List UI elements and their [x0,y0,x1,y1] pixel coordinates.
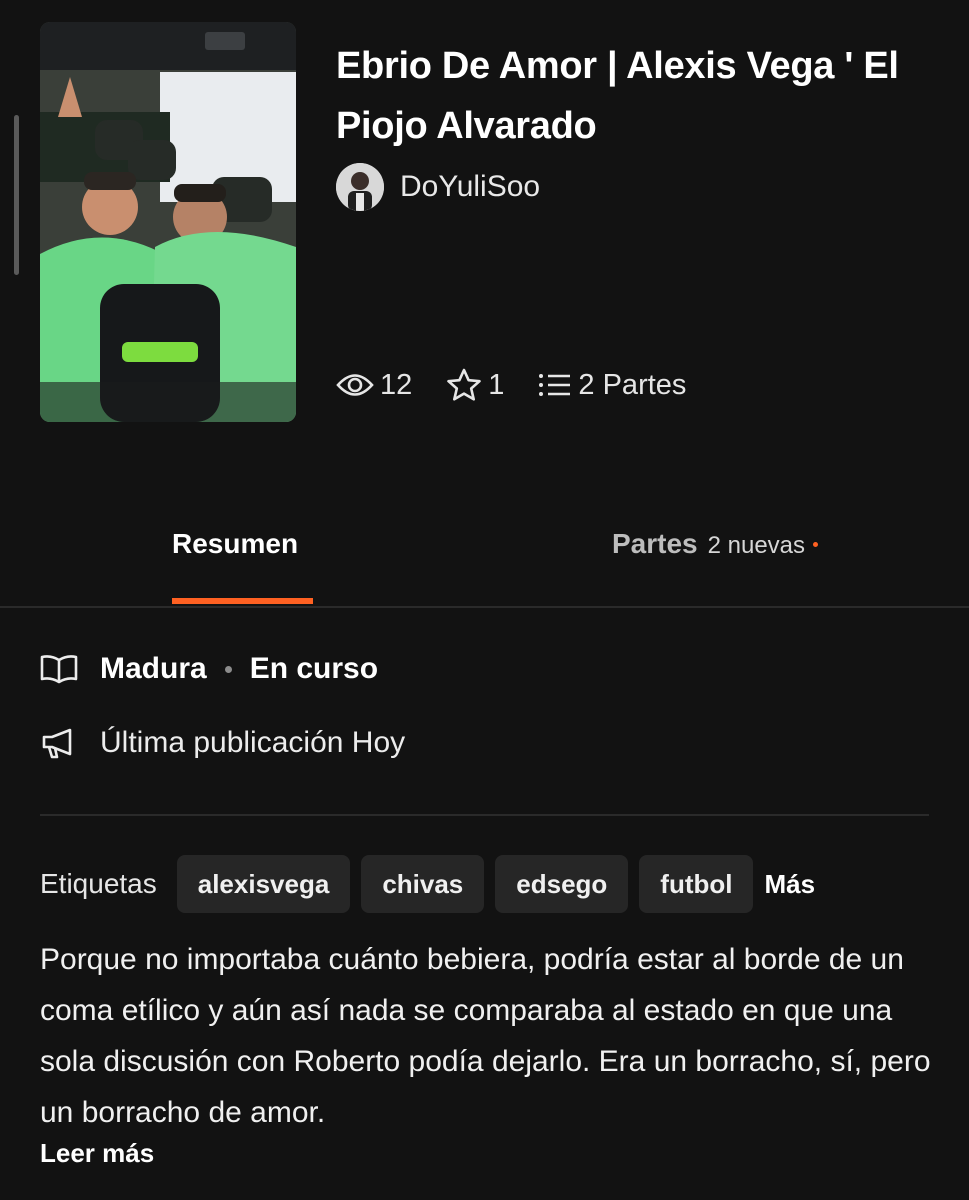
tab-summary[interactable]: Resumen [172,528,298,560]
tab-parts-label: Partes [612,528,698,559]
parts-stat: 2 Partes [538,369,686,402]
read-more-button[interactable]: Leer más [40,1138,154,1169]
last-published-text: Última publicación Hoy [100,726,406,759]
author-link[interactable]: DoYuliSoo [336,163,540,211]
tag-chip[interactable]: edsego [495,855,629,913]
reads-count: 12 [380,368,413,401]
tag-chip[interactable]: alexisvega [176,855,351,913]
page-scrollbar[interactable] [14,115,19,275]
completion-status: En curso [249,652,379,685]
story-tabs: Resumen Partes 2 nuevas [0,500,969,608]
parts-count: 2 Partes [578,368,687,401]
star-icon [446,368,482,402]
story-stats: 12 1 2 Partes [336,368,720,402]
reads-stat: 12 [336,369,412,402]
votes-stat: 1 [446,368,504,402]
eye-icon [336,372,374,398]
tag-chip[interactable]: chivas [361,855,485,913]
active-tab-indicator [172,598,313,604]
section-divider [40,814,929,816]
separator-dot [224,665,232,673]
votes-count: 1 [488,368,505,401]
story-cover-image[interactable] [40,22,296,422]
new-indicator-dot [813,542,819,547]
story-description: Porque no importaba cuánto bebiera, podr… [40,943,931,1129]
story-status-row: Madura En curso [40,652,378,686]
megaphone-icon [40,727,78,759]
more-tags-button[interactable]: Más [764,869,815,900]
tag-chip[interactable]: futbol [639,855,754,913]
new-parts-badge: 2 nuevas [707,532,806,559]
list-icon [538,372,572,398]
story-title: Ebrio De Amor | Alexis Vega ' El Piojo A… [336,45,899,147]
mature-rating: Madura [100,652,207,685]
author-name[interactable]: DoYuliSoo [400,170,540,204]
last-published-row: Última publicación Hoy [40,726,405,760]
tags-label: Etiquetas [40,868,157,899]
tags-row: Etiquetas alexisvega chivas edsego futbo… [40,855,815,913]
author-avatar[interactable] [336,163,384,211]
open-book-icon [40,654,78,684]
tab-parts[interactable]: Partes 2 nuevas [612,528,819,560]
